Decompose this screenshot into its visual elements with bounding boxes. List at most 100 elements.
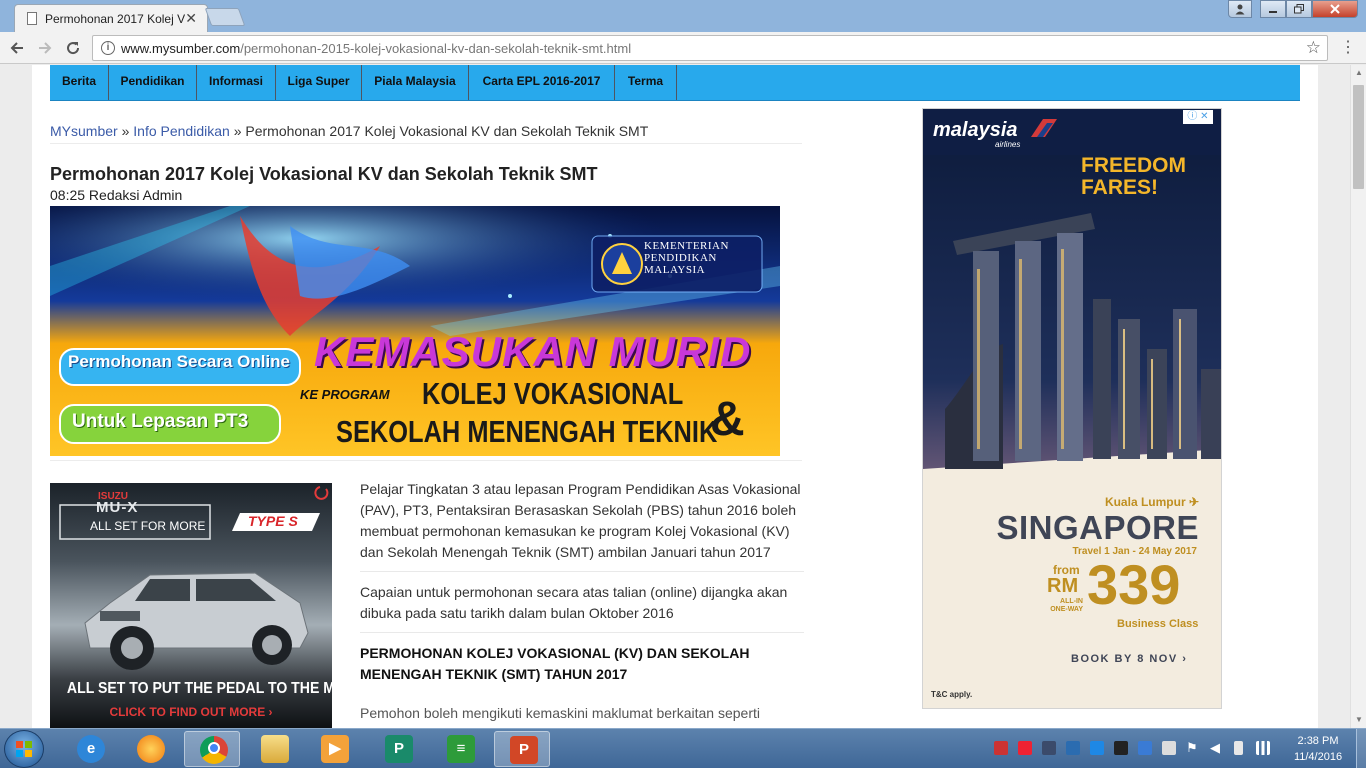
article-subheading: PERMOHONAN KOLEJ VOKASIONAL (KV) DAN SEK… <box>360 645 750 682</box>
scroll-up-arrow-icon[interactable]: ▲ <box>1351 65 1366 81</box>
chrome-icon <box>200 736 228 764</box>
page-content: Berita Pendidikan Informasi Liga Super P… <box>32 65 1318 728</box>
windows-logo-icon <box>16 741 32 757</box>
post-title: Permohonan 2017 Kolej Vokasional KV dan … <box>50 164 598 184</box>
site-info-icon[interactable]: i <box>101 41 115 55</box>
car-tagline: ALL SET FOR MORE <box>90 519 206 533</box>
airline-origin: Kuala Lumpur ✈ <box>1104 495 1199 509</box>
nav-item-piala-malaysia[interactable]: Piala Malaysia <box>362 65 469 100</box>
restore-button[interactable] <box>1286 0 1312 18</box>
address-bar[interactable]: i www.mysumber.com/permohonan-2015-kolej… <box>92 35 1328 61</box>
start-button[interactable] <box>4 730 44 768</box>
tray-network-app-icon[interactable] <box>1066 741 1080 755</box>
airline-advertisement[interactable]: malaysia airlines ⓘ ✕ FREEDOM FARES! Kua… <box>922 108 1222 709</box>
windows-taskbar: e ▶ P ≡ P ⚑ ◀ 2:38 PM 11/4/2016 <box>0 728 1366 768</box>
nav-item-carta-epl[interactable]: Carta EPL 2016-2017 <box>469 65 615 100</box>
back-button[interactable] <box>6 37 28 59</box>
vertical-scrollbar[interactable]: ▲ ▼ <box>1350 65 1366 728</box>
taskbar-file-explorer[interactable] <box>246 731 302 767</box>
browser-title-bar: Permohonan 2017 Kolej V ✕ <box>0 0 1366 32</box>
nav-item-terma[interactable]: Terma <box>615 65 677 100</box>
tab-close-icon[interactable]: ✕ <box>185 10 197 27</box>
minimize-button[interactable] <box>1260 0 1286 18</box>
forward-arrow-icon <box>39 42 52 54</box>
taskbar-publisher[interactable]: P <box>370 731 426 767</box>
article-paragraph: Pemohon boleh mengikuti kemaskini maklum… <box>360 705 760 721</box>
taskbar-powerpoint[interactable]: P <box>494 731 550 767</box>
divider <box>50 460 802 461</box>
breadcrumb-category-link[interactable]: Info Pendidikan <box>133 123 230 139</box>
forward-button[interactable] <box>34 37 56 59</box>
tray-flag-icon[interactable]: ⚑ <box>1186 741 1200 755</box>
tray-app-icon[interactable] <box>1018 741 1032 755</box>
page-viewport: Berita Pendidikan Informasi Liga Super P… <box>0 65 1350 728</box>
car-type-badge: TYPE S <box>248 513 298 529</box>
divider <box>50 143 802 144</box>
ministry-line-2: PENDIDIKAN <box>644 252 717 264</box>
breadcrumb-separator: » <box>121 123 130 139</box>
user-profile-button[interactable] <box>1228 0 1252 18</box>
car-advertisement[interactable]: ISUZU MU-X ALL SET FOR MORE TYPE S ALL S… <box>50 483 332 728</box>
tray-cc-icon[interactable] <box>1090 741 1104 755</box>
breadcrumb: MYsumber » Info Pendidikan » Permohonan … <box>50 123 648 139</box>
tray-sync-icon[interactable] <box>1114 741 1128 755</box>
show-desktop-button[interactable] <box>1356 729 1366 768</box>
notepad-app-icon: ≡ <box>447 735 475 763</box>
system-clock[interactable]: 2:38 PM 11/4/2016 <box>1284 733 1352 765</box>
taskbar-media-app[interactable] <box>122 731 178 767</box>
new-tab-button[interactable] <box>204 8 246 26</box>
tray-monitor-icon[interactable] <box>1042 741 1056 755</box>
close-window-button[interactable] <box>1312 0 1358 18</box>
airline-book-cta[interactable]: BOOK BY 8 NOV › <box>1071 653 1187 665</box>
nav-item-berita[interactable]: Berita <box>50 65 109 100</box>
tray-battery-icon[interactable] <box>1234 741 1243 755</box>
nav-item-informasi[interactable]: Informasi <box>197 65 276 100</box>
scrollbar-thumb[interactable] <box>1353 85 1364 189</box>
hero-pill-online: Permohonan Secara Online <box>68 352 291 371</box>
reload-button[interactable] <box>62 37 84 59</box>
close-icon <box>1330 4 1340 14</box>
ad-choices-icon[interactable]: ⓘ ✕ <box>1183 110 1213 124</box>
airline-price: 339 <box>1087 553 1181 616</box>
ministry-line-3: MALAYSIA <box>644 264 706 276</box>
car-cta-link[interactable]: CLICK TO FIND OUT MORE › <box>50 705 332 719</box>
tray-bluetooth-icon[interactable] <box>1138 741 1152 755</box>
hero-banner-image: KEMENTERIAN PENDIDIKAN MALAYSIA Permohon… <box>50 206 780 456</box>
tray-device-icon[interactable] <box>1162 741 1176 755</box>
airline-logo-sub: airlines <box>995 140 1021 149</box>
user-icon <box>1235 4 1245 15</box>
clock-date: 11/4/2016 <box>1293 751 1343 763</box>
airline-logo-text: malaysia <box>933 119 1018 141</box>
hero-headline: KEMASUKAN MURID <box>314 328 752 375</box>
ministry-line-1: KEMENTERIAN <box>644 240 729 252</box>
scroll-down-arrow-icon[interactable]: ▼ <box>1351 712 1366 728</box>
reload-icon <box>67 42 80 55</box>
airline-allin-label: ALL-IN <box>1060 598 1083 605</box>
nav-item-pendidikan[interactable]: Pendidikan <box>109 65 197 100</box>
powerpoint-icon: P <box>510 736 538 764</box>
car-slogan: ALL SET TO PUT THE PEDAL TO THE METAL <box>66 680 332 697</box>
article-body: Pelajar Tingkatan 3 atau lepasan Program… <box>360 479 804 724</box>
article-paragraph: Pelajar Tingkatan 3 atau lepasan Program… <box>360 479 804 572</box>
media-app-icon <box>137 735 165 763</box>
internet-explorer-icon: e <box>77 735 105 763</box>
taskbar-media-player[interactable]: ▶ <box>306 731 362 767</box>
breadcrumb-current: Permohonan 2017 Kolej Vokasional KV dan … <box>245 123 649 139</box>
taskbar-chrome[interactable] <box>184 731 240 767</box>
bookmark-star-icon[interactable]: ☆ <box>1306 38 1321 58</box>
airline-headline-1: FREEDOM <box>1081 154 1186 177</box>
url-text: www.mysumber.com/permohonan-2015-kolej-v… <box>121 41 632 56</box>
hero-pill-pt3: Untuk Lepasan PT3 <box>72 411 249 432</box>
browser-tab-active[interactable]: Permohonan 2017 Kolej V ✕ <box>14 4 208 32</box>
tray-antivirus-icon[interactable] <box>994 741 1008 755</box>
restore-icon <box>1294 4 1304 14</box>
taskbar-notepad-app[interactable]: ≡ <box>432 731 488 767</box>
taskbar-internet-explorer[interactable]: e <box>62 731 118 767</box>
tray-volume-icon[interactable]: ◀ <box>1210 741 1224 755</box>
tray-signal-icon[interactable] <box>1256 741 1270 755</box>
publisher-icon: P <box>385 735 413 763</box>
nav-item-liga-super[interactable]: Liga Super <box>276 65 362 100</box>
airline-cabin-class: Business Class <box>1117 618 1199 630</box>
chrome-menu-icon[interactable]: ⋮ <box>1340 40 1356 56</box>
breadcrumb-home-link[interactable]: MYsumber <box>50 123 118 139</box>
